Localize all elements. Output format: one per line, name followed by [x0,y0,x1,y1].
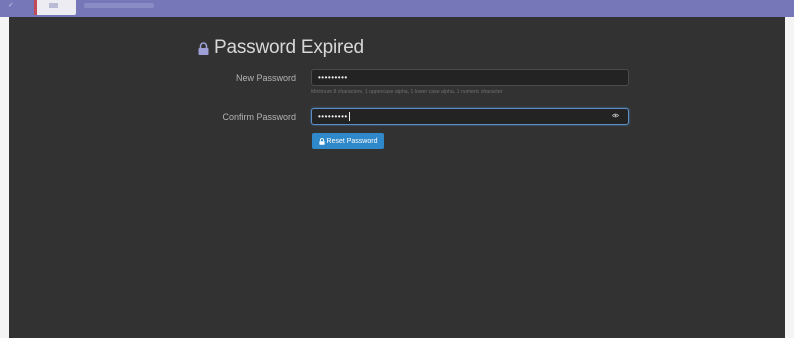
tab-accent-stripe [34,0,37,15]
page-panel [9,17,785,338]
browser-tab[interactable] [34,0,76,15]
tab-favicon-icon [49,3,58,8]
new-password-value: ••••••••• [318,73,348,82]
lock-icon [198,41,209,55]
tab-title-blurred [84,3,154,8]
left-margin [0,17,9,338]
page-title: Password Expired [198,36,364,60]
lock-icon [318,137,325,145]
confirm-password-value: ••••••••• [318,112,348,121]
page-title-text: Password Expired [214,37,364,58]
password-requirements-hint: Minimum 8 characters, 1 uppercase alpha,… [311,89,503,95]
confirm-password-field[interactable]: ••••••••• [311,108,629,125]
confirm-password-label: Confirm Password [222,112,296,122]
new-password-label: New Password [235,73,296,83]
right-margin [785,17,794,338]
reset-password-button[interactable]: Reset Password [312,133,384,149]
eye-icon[interactable] [612,113,619,118]
window-control-icon: ✓ [8,2,14,9]
reset-password-label: Reset Password [326,137,378,145]
browser-top-bar: ✓ [0,0,794,17]
text-caret [348,112,350,122]
new-password-field[interactable]: ••••••••• [311,69,629,86]
